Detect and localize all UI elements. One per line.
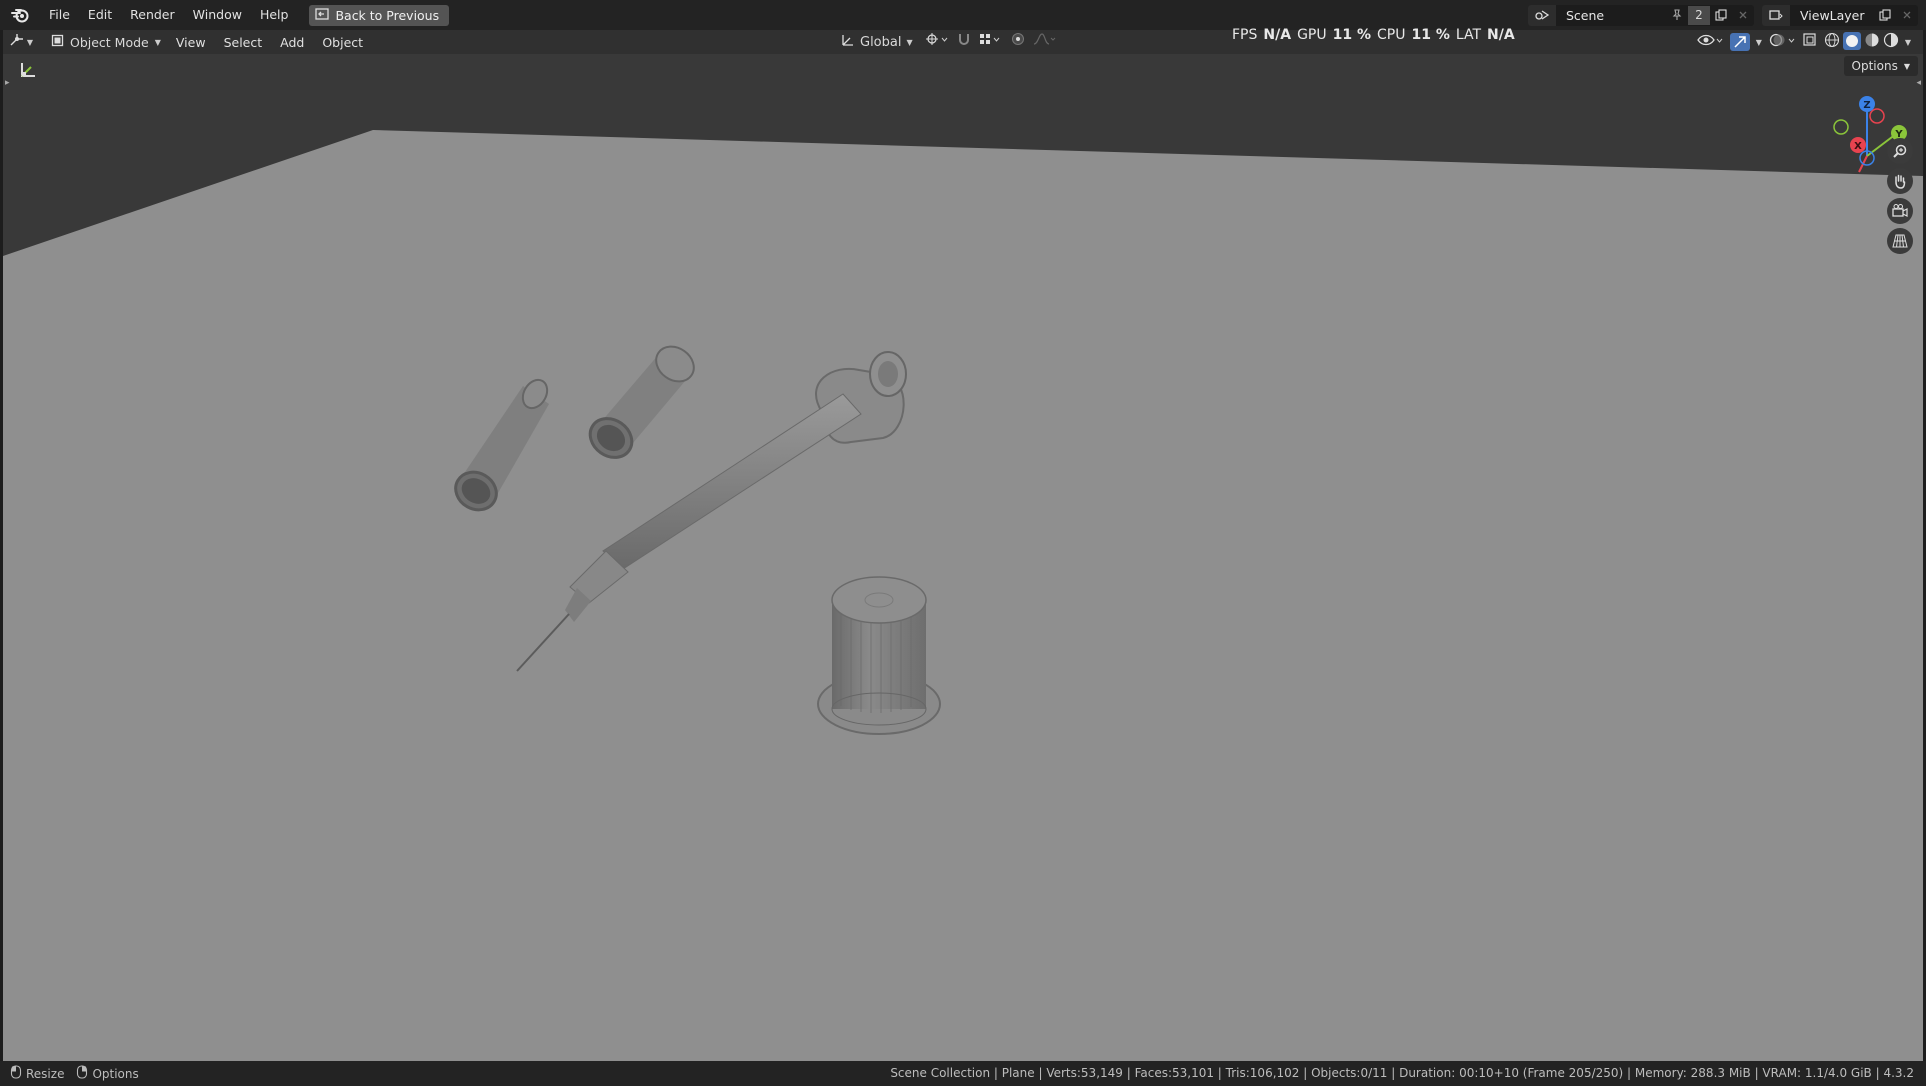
- left-panel-toggle-icon[interactable]: ▸: [5, 78, 10, 88]
- gizmo-x-label: X: [1854, 141, 1862, 152]
- rendered-shading-icon[interactable]: [1883, 32, 1899, 52]
- status-options-hint: Options: [76, 1065, 139, 1082]
- view-layer-name-field[interactable]: ViewLayer: [1790, 8, 1874, 23]
- gpu-value: 11 %: [1332, 27, 1371, 43]
- scene-users-count: 2: [1688, 5, 1710, 25]
- lat-label: LAT: [1455, 27, 1482, 43]
- wireframe-shading-icon[interactable]: [1824, 32, 1840, 52]
- right-panel-toggle-icon[interactable]: ◂: [1916, 78, 1921, 88]
- xray-toggle-icon[interactable]: [1802, 32, 1818, 52]
- menu-help[interactable]: Help: [251, 0, 298, 30]
- shading-mode-buttons: [1824, 32, 1899, 52]
- view-layer-icon: [1762, 4, 1790, 26]
- scene-render: Z Y X: [3, 96, 1923, 1061]
- orientation-icon: [841, 33, 855, 51]
- gpu-label: GPU: [1297, 27, 1327, 43]
- snapping-tools: [925, 32, 1057, 50]
- chevron-down-icon[interactable]: ▼: [1756, 38, 1762, 47]
- visibility-icon[interactable]: [1696, 32, 1724, 52]
- viewport-shading-controls: ▼ ▼: [1696, 32, 1911, 52]
- chevron-down-icon: ▼: [154, 37, 161, 47]
- snap-grid-icon[interactable]: [979, 32, 1003, 50]
- mouse-left-icon: [10, 1065, 22, 1082]
- scene-name-field[interactable]: Scene: [1556, 8, 1666, 23]
- object-mode-icon: [51, 34, 64, 50]
- viewport-menu-select[interactable]: Select: [215, 35, 272, 50]
- status-resize-hint: Resize: [10, 1065, 64, 1082]
- delete-view-layer-icon[interactable]: [1896, 5, 1918, 26]
- object-mode-label: Object Mode: [70, 34, 149, 50]
- scene-selector[interactable]: Scene 2: [1528, 4, 1754, 26]
- gizmo-z-label: Z: [1863, 100, 1870, 111]
- viewport-menu-add[interactable]: Add: [271, 35, 313, 50]
- options-label: Options: [92, 1066, 139, 1081]
- menu-edit[interactable]: Edit: [79, 0, 121, 30]
- chevron-down-icon: ▼: [906, 37, 913, 47]
- delete-scene-icon[interactable]: [1732, 5, 1754, 26]
- fps-value: N/A: [1263, 27, 1292, 43]
- back-icon: [315, 7, 330, 23]
- pin-icon[interactable]: [1666, 5, 1688, 26]
- proportional-editing-icon[interactable]: [1011, 32, 1025, 50]
- pivot-point-icon[interactable]: [925, 32, 949, 50]
- perspective-toggle-icon[interactable]: [1887, 228, 1913, 254]
- zoom-icon[interactable]: [1887, 138, 1913, 164]
- status-bar: Resize Options Scene Collection | Plane …: [0, 1061, 1926, 1086]
- solid-shading-icon[interactable]: [1842, 32, 1861, 50]
- scene-icon: [1528, 4, 1556, 26]
- orientation-label: Global: [860, 34, 902, 50]
- viewport-header: ▼ Object Mode ▼ View Select Add Object G…: [3, 30, 1923, 54]
- object-mode-dropdown[interactable]: Object Mode ▼: [45, 32, 167, 52]
- editor-type-selector[interactable]: ▼: [3, 33, 39, 51]
- chevron-down-icon[interactable]: ▼: [1905, 38, 1911, 47]
- back-to-previous-button[interactable]: Back to Previous: [309, 4, 450, 26]
- resize-label: Resize: [26, 1066, 65, 1081]
- scene-statistics: Scene Collection | Plane | Verts:53,149 …: [890, 1066, 1914, 1080]
- viewport-options-dropdown[interactable]: Options ▼: [1843, 56, 1918, 76]
- cpu-value: 11 %: [1411, 27, 1450, 43]
- material-shading-icon[interactable]: [1864, 32, 1880, 52]
- menu-render[interactable]: Render: [121, 0, 184, 30]
- editor-type-icon: [9, 33, 25, 51]
- fps-label: FPS: [1232, 27, 1258, 43]
- chevron-down-icon: ▼: [26, 37, 34, 47]
- overlays-icon[interactable]: [1768, 32, 1796, 52]
- performance-stats-overlay: FPS N/A GPU 11 % CPU 11 % LAT N/A: [1232, 27, 1515, 43]
- new-scene-icon[interactable]: [1710, 5, 1732, 26]
- cap-object: [817, 576, 941, 735]
- view-layer-selector[interactable]: ViewLayer: [1762, 4, 1918, 26]
- viewport-options-label: Options: [1851, 59, 1898, 73]
- new-view-layer-icon[interactable]: [1874, 5, 1896, 26]
- chevron-down-icon: ▼: [1903, 61, 1910, 71]
- gizmo-toggle-icon[interactable]: [1729, 33, 1750, 51]
- pan-hand-icon[interactable]: [1887, 168, 1913, 194]
- viewport-menu-object[interactable]: Object: [313, 35, 372, 50]
- top-menu-bar: File Edit Render Window Help Back to Pre…: [0, 0, 1926, 30]
- ground-plane: [3, 130, 1923, 1061]
- snap-toggle-icon[interactable]: [957, 32, 971, 50]
- viewport-menu-view[interactable]: View: [167, 35, 215, 50]
- menu-window[interactable]: Window: [184, 0, 251, 30]
- back-to-previous-label: Back to Previous: [335, 7, 440, 23]
- 3d-viewport[interactable]: Z Y X ▸ ◂: [3, 54, 1923, 1061]
- lat-value: N/A: [1487, 27, 1515, 43]
- cpu-label: CPU: [1377, 27, 1406, 43]
- menu-file[interactable]: File: [40, 0, 79, 30]
- falloff-icon[interactable]: [1033, 32, 1057, 50]
- mouse-right-icon: [76, 1065, 88, 1082]
- camera-view-icon[interactable]: [1887, 198, 1913, 224]
- toolbar-measure-icon[interactable]: [15, 58, 41, 82]
- transform-orientation-dropdown[interactable]: Global ▼: [841, 32, 913, 52]
- top-right-controls: Scene 2 ViewLayer: [1528, 0, 1926, 30]
- blender-logo-icon[interactable]: [0, 0, 40, 30]
